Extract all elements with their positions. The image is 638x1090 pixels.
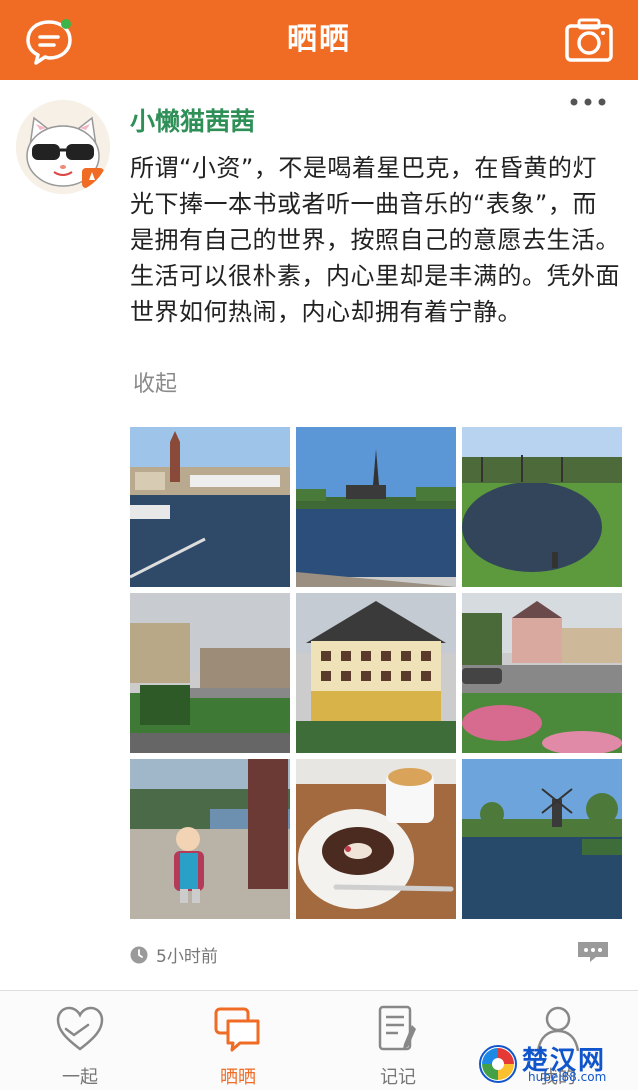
photo-river-town[interactable] (130, 427, 290, 587)
post-card: 小懒猫茜茜 所谓“小资”，不是喝着星巴克，在昏黄的灯光下捧一本书或者听一曲音乐的… (0, 80, 638, 990)
camera-icon[interactable] (562, 14, 616, 68)
post-time-text: 5小时前 (156, 947, 218, 967)
avatar[interactable] (16, 100, 110, 194)
clock-icon (130, 946, 148, 964)
photo-roundabout[interactable] (462, 593, 622, 753)
photo-swiss-hotel[interactable] (296, 593, 456, 753)
collapse-link[interactable]: 收起 (133, 366, 177, 398)
top-header-bar: 晒晒 (0, 0, 638, 80)
heart-hand-icon (54, 1003, 106, 1055)
tab-share[interactable]: 晒晒 (158, 991, 318, 1090)
more-options-icon[interactable] (568, 94, 608, 110)
watermark-logo-icon (478, 1044, 518, 1084)
tab-notes[interactable]: 记记 (318, 991, 478, 1090)
post-time: 5小时前 (130, 942, 218, 967)
username[interactable]: 小懒猫茜茜 (130, 102, 255, 138)
watermark: 楚汉网 hubei88.com (478, 1036, 638, 1089)
watermark-url: hubei88.com (528, 1070, 607, 1084)
tab-label: 晒晒 (220, 1067, 256, 1088)
photo-church-lake[interactable] (296, 427, 456, 587)
share-bubbles-icon (212, 1003, 264, 1055)
tab-together[interactable]: 一起 (0, 991, 160, 1090)
note-pad-icon (372, 1003, 424, 1055)
photo-cake-coffee[interactable] (296, 759, 456, 919)
photo-town-street[interactable] (130, 593, 290, 753)
post-text: 所谓“小资”，不是喝着星巴克，在昏黄的灯光下捧一本书或者听一曲音乐的“表象”，而… (130, 154, 620, 326)
tab-label: 记记 (380, 1067, 416, 1088)
photo-windmill-canal[interactable] (462, 759, 622, 919)
comment-icon[interactable] (576, 940, 610, 964)
photo-child-lake[interactable] (130, 759, 290, 919)
photo-park-pond[interactable] (462, 427, 622, 587)
tab-label: 一起 (62, 1067, 98, 1088)
page-title: 晒晒 (287, 22, 351, 57)
